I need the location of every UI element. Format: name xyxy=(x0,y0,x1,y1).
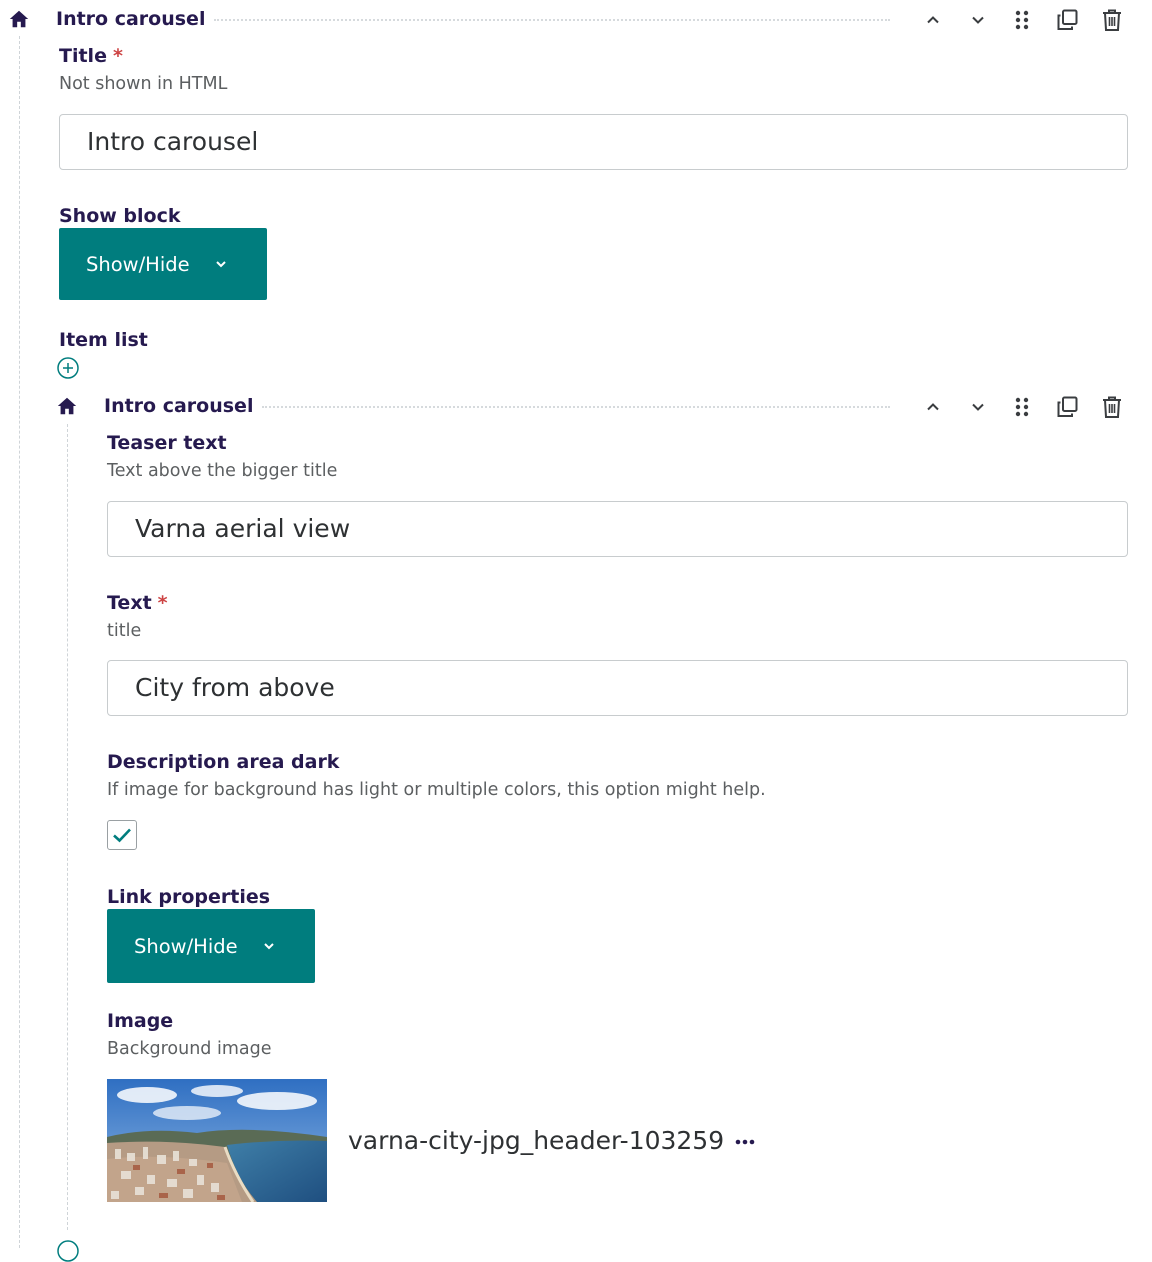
add-circle-icon[interactable] xyxy=(57,1240,79,1262)
duplicate-icon[interactable] xyxy=(1053,6,1081,34)
move-up-icon[interactable] xyxy=(919,393,947,421)
description-dark-checkbox[interactable] xyxy=(107,820,137,850)
description-dark-label: Description area dark xyxy=(107,751,340,773)
teaser-text-label: Teaser text xyxy=(107,432,227,454)
image-filename: varna-city-jpg_header-103259 xyxy=(348,1126,725,1155)
delete-icon[interactable] xyxy=(1098,393,1126,421)
text-label-text: Text xyxy=(107,592,152,614)
required-marker: * xyxy=(157,592,168,614)
drag-handle-icon[interactable] xyxy=(1008,6,1036,34)
chevron-down-icon xyxy=(262,939,276,953)
teaser-text-input[interactable]: Varna aerial view xyxy=(107,501,1128,557)
home-icon xyxy=(9,10,29,28)
description-dark-help: If image for background has light or mul… xyxy=(107,780,766,800)
title-input[interactable]: Intro carousel xyxy=(59,114,1128,170)
image-thumbnail[interactable] xyxy=(107,1079,327,1202)
move-down-icon[interactable] xyxy=(964,393,992,421)
title-field-help: Not shown in HTML xyxy=(59,74,228,94)
drag-handle-icon[interactable] xyxy=(1008,393,1036,421)
inner-block-title: Intro carousel xyxy=(104,395,254,417)
add-circle-icon[interactable] xyxy=(57,357,79,379)
text-field-label: Text * xyxy=(107,591,168,615)
move-down-icon[interactable] xyxy=(964,6,992,34)
inner-block-divider xyxy=(262,406,890,408)
more-horizontal-icon[interactable] xyxy=(735,1136,755,1148)
text-field-help: title xyxy=(107,621,142,641)
link-properties-label: Link properties xyxy=(107,886,271,908)
outer-block-divider xyxy=(214,19,890,21)
title-label-text: Title xyxy=(59,45,107,67)
delete-icon[interactable] xyxy=(1098,6,1126,34)
image-help: Background image xyxy=(107,1039,272,1059)
show-block-toggle-button[interactable]: Show/Hide xyxy=(59,228,267,300)
item-list-label: Item list xyxy=(59,329,148,351)
show-block-button-label: Show/Hide xyxy=(86,252,190,276)
title-field-label: Title * xyxy=(59,44,123,68)
link-properties-button-label: Show/Hide xyxy=(134,934,238,958)
show-block-label: Show block xyxy=(59,205,181,227)
text-input[interactable]: City from above xyxy=(107,660,1128,716)
image-label: Image xyxy=(107,1010,174,1032)
move-up-icon[interactable] xyxy=(919,6,947,34)
outer-block-guide-line xyxy=(19,36,20,1248)
outer-block-title: Intro carousel xyxy=(56,8,206,30)
required-marker: * xyxy=(112,45,123,67)
chevron-down-icon xyxy=(214,257,228,271)
checkmark-icon xyxy=(113,828,131,843)
duplicate-icon[interactable] xyxy=(1053,393,1081,421)
teaser-text-help: Text above the bigger title xyxy=(107,461,338,481)
link-properties-toggle-button[interactable]: Show/Hide xyxy=(107,909,315,983)
home-icon xyxy=(57,397,77,415)
inner-block-guide-line xyxy=(67,424,68,1230)
